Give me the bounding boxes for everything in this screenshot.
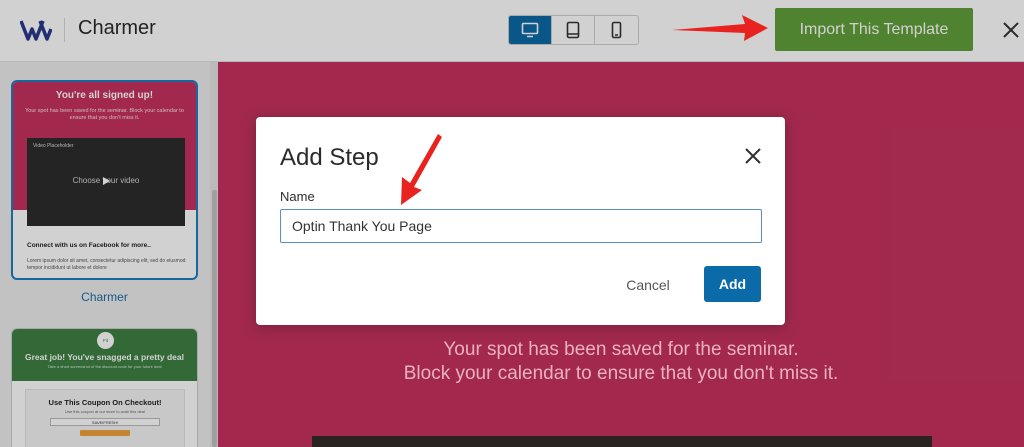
cancel-button[interactable]: Cancel — [622, 271, 674, 299]
add-button[interactable]: Add — [704, 266, 761, 302]
step-name-input[interactable] — [280, 209, 762, 243]
name-label: Name — [280, 189, 315, 204]
preview-text-line2: Block your calendar to ensure that you d… — [403, 363, 839, 384]
add-step-modal: Add Step Name Cancel Add — [256, 117, 785, 325]
close-icon[interactable] — [744, 147, 762, 165]
modal-title: Add Step — [280, 144, 379, 171]
preview-video — [312, 436, 932, 447]
preview-text-line1: Your spot has been saved for the seminar… — [443, 339, 799, 360]
